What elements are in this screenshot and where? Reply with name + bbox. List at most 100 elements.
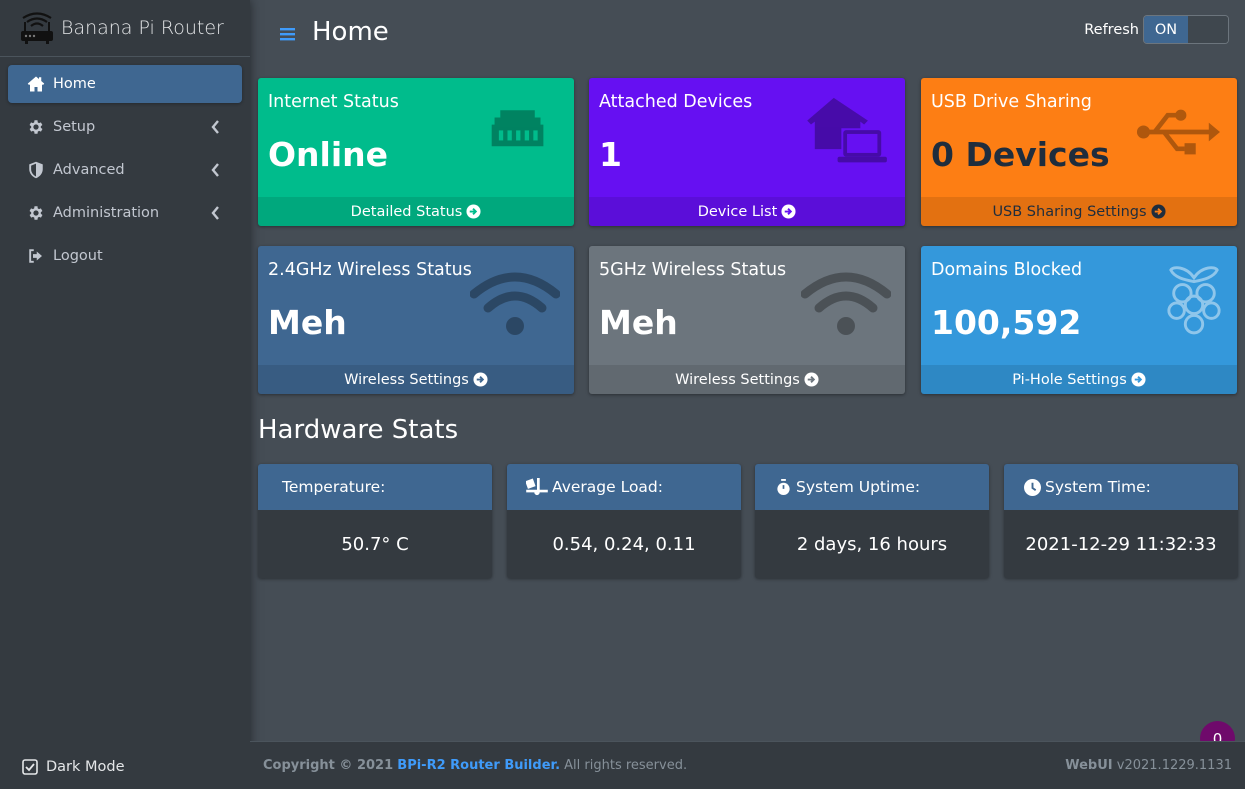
- sidebar-item-home[interactable]: Home: [8, 65, 242, 103]
- system-uptime-card: System Uptime: 2 days, 16 hours: [755, 464, 989, 578]
- box-footer-label: Wireless Settings: [675, 371, 800, 388]
- box-value: Meh: [268, 303, 347, 342]
- internet-status-box: Internet Status Online Detailed Status: [258, 78, 574, 226]
- card-label: System Time:: [1045, 478, 1151, 496]
- sidebar-item-label: Logout: [53, 248, 103, 264]
- box-label: 2.4GHz Wireless Status: [268, 260, 472, 280]
- box-label: USB Drive Sharing: [931, 92, 1092, 112]
- usb-sharing-settings-link[interactable]: USB Sharing Settings: [921, 197, 1237, 226]
- card-header: Temperature:: [258, 464, 492, 510]
- chevron-left-icon: [211, 163, 219, 177]
- brand-title: Banana Pi Router: [61, 17, 224, 39]
- arrow-circle-right-icon: [466, 204, 481, 219]
- rights-text: All rights reserved.: [564, 758, 688, 773]
- hardware-stats-title: Hardware Stats: [258, 415, 459, 445]
- box-footer-label: Device List: [697, 203, 778, 220]
- sidebar-item-label: Administration: [53, 205, 160, 221]
- arrow-circle-right-icon: [781, 204, 796, 219]
- card-header: System Uptime:: [755, 464, 989, 510]
- arrow-circle-right-icon: [1151, 204, 1166, 219]
- box-label: Internet Status: [268, 92, 399, 112]
- raspberry-icon: [1167, 266, 1221, 335]
- box-footer-label: Detailed Status: [350, 203, 463, 220]
- box-value: 0 Devices: [931, 135, 1110, 174]
- shield-icon: [29, 161, 43, 179]
- builder-link[interactable]: BPi-R2 Router Builder.: [397, 758, 560, 773]
- box-label: 5GHz Wireless Status: [599, 260, 787, 280]
- card-label: Temperature:: [282, 478, 386, 496]
- box-value: 100,592: [931, 303, 1082, 342]
- content-header: Home Refresh ON: [250, 0, 1245, 66]
- gear-icon: [29, 120, 43, 134]
- average-load-value: 0.54, 0.24, 0.11: [552, 533, 696, 555]
- toggle-knob[interactable]: [1188, 16, 1228, 43]
- version-info: WebUI v2021.1229.1131: [1065, 758, 1232, 773]
- average-load-card: Average Load: 0.54, 0.24, 0.11: [507, 464, 741, 578]
- version-number: v2021.1229.1131: [1116, 758, 1232, 773]
- attached-devices-box: Attached Devices 1 Device List: [589, 78, 905, 226]
- device-list-link[interactable]: Device List: [589, 197, 905, 226]
- wireless-settings-link[interactable]: Wireless Settings: [589, 365, 905, 394]
- sidebar-item-setup[interactable]: Setup: [8, 108, 242, 146]
- stopwatch-icon: [777, 478, 790, 495]
- page-footer: Copyright © 2021 BPi-R2 Router Builder. …: [250, 741, 1245, 789]
- refresh-control: Refresh ON: [1084, 15, 1229, 44]
- sidebar-item-label: Advanced: [53, 162, 125, 178]
- temperature-card: Temperature: 50.7° C: [258, 464, 492, 578]
- domains-blocked-box: Domains Blocked 100,592 Pi-Hole Settings: [921, 246, 1237, 394]
- house-laptop-icon: [807, 97, 887, 163]
- sidebar-nav: Home Setup Advanced Administration Logou…: [0, 57, 250, 275]
- box-footer-label: Wireless Settings: [344, 371, 469, 388]
- page-title: Home: [312, 17, 389, 47]
- box-label: Attached Devices: [599, 92, 753, 112]
- arrow-circle-right-icon: [804, 372, 819, 387]
- system-uptime-value: 2 days, 16 hours: [796, 533, 948, 555]
- box-value: Online: [268, 135, 389, 174]
- hamburger-menu-icon[interactable]: [280, 26, 295, 42]
- card-label: System Uptime:: [796, 478, 921, 496]
- wifi-icon: [801, 272, 891, 335]
- sidebar-item-label: Home: [53, 76, 96, 92]
- sidebar-item-advanced[interactable]: Advanced: [8, 151, 242, 189]
- temperature-value: 50.7° C: [341, 533, 409, 555]
- copyright-text: Copyright © 2021: [263, 758, 394, 773]
- checkbox-checked-icon[interactable]: [22, 759, 38, 775]
- brand-link[interactable]: Banana Pi Router: [0, 0, 250, 57]
- wireless-5ghz-status-box: 5GHz Wireless Status Meh Wireless Settin…: [589, 246, 905, 394]
- system-time-card: System Time: 2021-12-29 11:32:33: [1004, 464, 1238, 578]
- dark-mode-label: Dark Mode: [46, 759, 125, 775]
- arrow-circle-right-icon: [1131, 372, 1146, 387]
- clock-icon: [1024, 478, 1041, 496]
- gear-icon: [29, 206, 43, 220]
- box-value: 1: [599, 135, 622, 174]
- refresh-label: Refresh: [1084, 21, 1139, 38]
- toggle-on-state[interactable]: ON: [1144, 16, 1188, 43]
- ethernet-icon: [491, 110, 544, 147]
- chevron-left-icon: [211, 120, 219, 134]
- sidebar-item-label: Setup: [53, 119, 96, 135]
- detailed-status-link[interactable]: Detailed Status: [258, 197, 574, 226]
- wifi-icon: [470, 272, 560, 335]
- wireless-24ghz-status-box: 2.4GHz Wireless Status Meh Wireless Sett…: [258, 246, 574, 394]
- usb-drive-sharing-box: USB Drive Sharing 0 Devices USB Sharing …: [921, 78, 1237, 226]
- card-header: Average Load:: [507, 464, 741, 510]
- sidebar: Banana Pi Router Home Setup Advanced Adm…: [0, 0, 250, 789]
- box-value: Meh: [599, 303, 678, 342]
- box-label: Domains Blocked: [931, 260, 1083, 280]
- sidebar-item-administration[interactable]: Administration: [8, 194, 242, 232]
- box-footer-label: Pi-Hole Settings: [1012, 371, 1127, 388]
- truck-loading-icon: [526, 478, 548, 496]
- version-label: WebUI: [1065, 758, 1113, 773]
- sidebar-item-logout[interactable]: Logout: [8, 237, 242, 275]
- card-header: System Time:: [1004, 464, 1238, 510]
- wireless-settings-link[interactable]: Wireless Settings: [258, 365, 574, 394]
- usb-icon: [1136, 109, 1220, 155]
- chevron-left-icon: [211, 206, 219, 220]
- refresh-toggle[interactable]: ON: [1143, 15, 1229, 44]
- dark-mode-toggle[interactable]: Dark Mode: [22, 759, 125, 775]
- arrow-circle-right-icon: [473, 372, 488, 387]
- home-icon: [27, 76, 45, 92]
- router-logo-icon: [21, 12, 53, 44]
- pi-hole-settings-link[interactable]: Pi-Hole Settings: [921, 365, 1237, 394]
- card-label: Average Load:: [552, 478, 663, 496]
